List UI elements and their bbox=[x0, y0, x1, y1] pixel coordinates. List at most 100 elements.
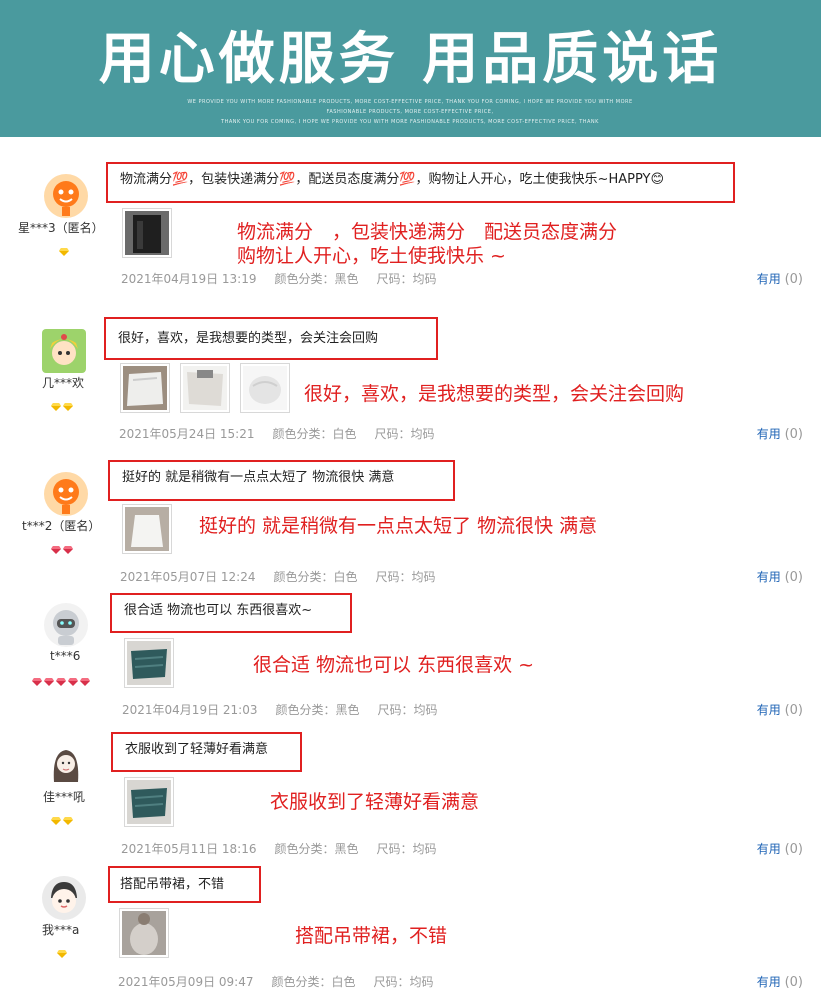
review-photo-thumbnail[interactable] bbox=[124, 638, 174, 688]
review-date: 2021年05月24日 15:21 bbox=[119, 427, 255, 441]
review-photo-thumbnail[interactable] bbox=[122, 208, 172, 258]
red-heart-icon bbox=[56, 678, 66, 686]
color-variant: 颜色分类：黑色 bbox=[274, 272, 359, 286]
review-comment: 物流满分💯，包装快递满分💯，配送员态度满分💯，购物让人开心，吃土使我快乐~HAP… bbox=[106, 162, 735, 203]
review-photo-thumbnail[interactable] bbox=[180, 363, 230, 413]
photo-image bbox=[127, 780, 171, 824]
review-comment: 很好，喜欢，是我想要的类型，会关注会回购 bbox=[104, 317, 438, 360]
color-variant: 颜色分类：白色 bbox=[271, 975, 356, 989]
sketch-girl-avatar-icon[interactable] bbox=[44, 742, 88, 786]
size-variant: 尺码：均码 bbox=[376, 842, 437, 856]
color-variant: 颜色分类：黑色 bbox=[275, 703, 360, 717]
review-photo-thumbnail[interactable] bbox=[124, 777, 174, 827]
size-variant: 尺码：均码 bbox=[376, 272, 437, 286]
annotation-line-1: 搭配吊带裙，不错 bbox=[295, 925, 448, 947]
color-variant: 颜色分类：黑色 bbox=[274, 842, 359, 856]
reviewer-name[interactable]: t***2（匿名） bbox=[22, 517, 100, 534]
useful-button[interactable]: 有用 (0) bbox=[757, 701, 803, 718]
red-heart-icon bbox=[63, 546, 73, 554]
photo-image bbox=[183, 366, 227, 410]
review-photo-thumbnail[interactable] bbox=[119, 908, 169, 958]
useful-button[interactable]: 有用 (0) bbox=[757, 973, 803, 990]
review-meta: 2021年05月07日 12:24 颜色分类：白色 尺码：均码 bbox=[120, 568, 454, 585]
reviewer-name[interactable]: 我***a bbox=[42, 921, 79, 938]
annotation-line-1: 挺好的 就是稍微有一点点太短了 物流很快 满意 bbox=[199, 515, 598, 537]
red-heart-icon bbox=[44, 678, 54, 686]
reviewer-name[interactable]: 佳***吼 bbox=[43, 788, 85, 805]
annotation-line-1: 物流满分 ，包装快递满分 配送员态度满分 bbox=[237, 221, 618, 243]
banner-subtitle-line-1: WE PROVIDE YOU WITH MORE FASHIONABLE PRO… bbox=[187, 99, 633, 105]
photo-image bbox=[125, 211, 169, 255]
red-heart-icon bbox=[51, 546, 61, 554]
photo-image bbox=[122, 911, 166, 955]
header-banner: 用心做服务 用品质说话 WE PROVIDE YOU WITH MORE FAS… bbox=[0, 0, 821, 137]
gray-robot-avatar-icon[interactable] bbox=[44, 603, 88, 647]
photo-image bbox=[123, 366, 167, 410]
review-photo-thumbnail[interactable] bbox=[120, 363, 170, 413]
review-date: 2021年05月07日 12:24 bbox=[120, 570, 256, 584]
banner-subtitle-line-2: FASHIONABLE PRODUCTS, MORE COST-EFFECTIV… bbox=[326, 109, 494, 115]
review-date: 2021年05月09日 09:47 bbox=[118, 975, 254, 989]
review-date: 2021年04月19日 13:19 bbox=[121, 272, 257, 286]
reviewer-level-badges bbox=[51, 539, 75, 551]
review-meta: 2021年04月19日 21:03 颜色分类：黑色 尺码：均码 bbox=[122, 701, 456, 718]
review-comment: 很合适 物流也可以 东西很喜欢~ bbox=[110, 593, 352, 633]
anime-girl-avatar-icon[interactable] bbox=[42, 329, 86, 373]
photo-image bbox=[127, 641, 171, 685]
size-variant: 尺码：均码 bbox=[373, 975, 434, 989]
color-variant: 颜色分类：白色 bbox=[272, 427, 357, 441]
red-heart-icon bbox=[32, 678, 42, 686]
gold-diamond-icon bbox=[59, 248, 69, 256]
review-photo-thumbnail[interactable] bbox=[240, 363, 290, 413]
reviewer-name[interactable]: 几***欢 bbox=[42, 374, 84, 391]
size-variant: 尺码：均码 bbox=[374, 427, 435, 441]
orange-mascot-avatar-icon[interactable] bbox=[44, 174, 88, 218]
annotation-line-2: 购物让人开心，吃土使我快乐 ~ bbox=[237, 245, 506, 267]
review-comment: 挺好的 就是稍微有一点点太短了 物流很快 满意 bbox=[108, 460, 455, 501]
useful-count: (0) bbox=[784, 427, 803, 442]
size-variant: 尺码：均码 bbox=[377, 703, 438, 717]
photo-image bbox=[125, 507, 169, 551]
useful-count: (0) bbox=[784, 703, 803, 718]
useful-button[interactable]: 有用 (0) bbox=[757, 840, 803, 857]
cartoon-face-avatar-icon[interactable] bbox=[42, 876, 86, 920]
red-heart-icon bbox=[80, 678, 90, 686]
reviewer-name[interactable]: 星***3（匿名） bbox=[18, 219, 104, 236]
banner-subtitle-line-3: THANK YOU FOR COMING, I HOPE WE PROVIDE … bbox=[221, 119, 599, 125]
annotation-line-1: 很合适 物流也可以 东西很喜欢 ~ bbox=[253, 654, 535, 676]
review-meta: 2021年05月09日 09:47 颜色分类：白色 尺码：均码 bbox=[118, 973, 452, 990]
useful-count: (0) bbox=[784, 975, 803, 990]
review-meta: 2021年04月19日 13:19 颜色分类：黑色 尺码：均码 bbox=[121, 270, 455, 287]
review-meta: 2021年05月24日 15:21 颜色分类：白色 尺码：均码 bbox=[119, 425, 453, 442]
reviewer-level-badges bbox=[59, 241, 71, 253]
size-variant: 尺码：均码 bbox=[375, 570, 436, 584]
orange-mascot-avatar-icon[interactable] bbox=[44, 472, 88, 516]
useful-button[interactable]: 有用 (0) bbox=[757, 270, 803, 287]
reviewer-level-badges bbox=[57, 943, 69, 955]
useful-count: (0) bbox=[784, 842, 803, 857]
color-variant: 颜色分类：白色 bbox=[273, 570, 358, 584]
review-comment: 衣服收到了轻薄好看满意 bbox=[111, 732, 302, 772]
useful-button[interactable]: 有用 (0) bbox=[757, 568, 803, 585]
photo-image bbox=[243, 366, 287, 410]
useful-count: (0) bbox=[784, 570, 803, 585]
gold-diamond-icon bbox=[63, 403, 73, 411]
banner-title: 用心做服务 用品质说话 bbox=[98, 27, 723, 92]
red-heart-icon bbox=[68, 678, 78, 686]
annotation-line-1: 衣服收到了轻薄好看满意 bbox=[270, 791, 480, 813]
review-photo-thumbnail[interactable] bbox=[122, 504, 172, 554]
reviewer-level-badges bbox=[32, 671, 92, 683]
reviewer-name[interactable]: t***6 bbox=[50, 649, 80, 663]
review-meta: 2021年05月11日 18:16 颜色分类：黑色 尺码：均码 bbox=[121, 840, 455, 857]
review-comment: 搭配吊带裙，不错 bbox=[108, 866, 261, 903]
gold-diamond-icon bbox=[51, 817, 61, 825]
reviewer-level-badges bbox=[51, 396, 75, 408]
review-date: 2021年04月19日 21:03 bbox=[122, 703, 258, 717]
useful-count: (0) bbox=[784, 272, 803, 287]
gold-diamond-icon bbox=[51, 403, 61, 411]
gold-diamond-icon bbox=[57, 950, 67, 958]
gold-diamond-icon bbox=[63, 817, 73, 825]
annotation-line-1: 很好，喜欢，是我想要的类型，会关注会回购 bbox=[304, 383, 685, 405]
useful-button[interactable]: 有用 (0) bbox=[757, 425, 803, 442]
reviewer-level-badges bbox=[51, 810, 75, 822]
